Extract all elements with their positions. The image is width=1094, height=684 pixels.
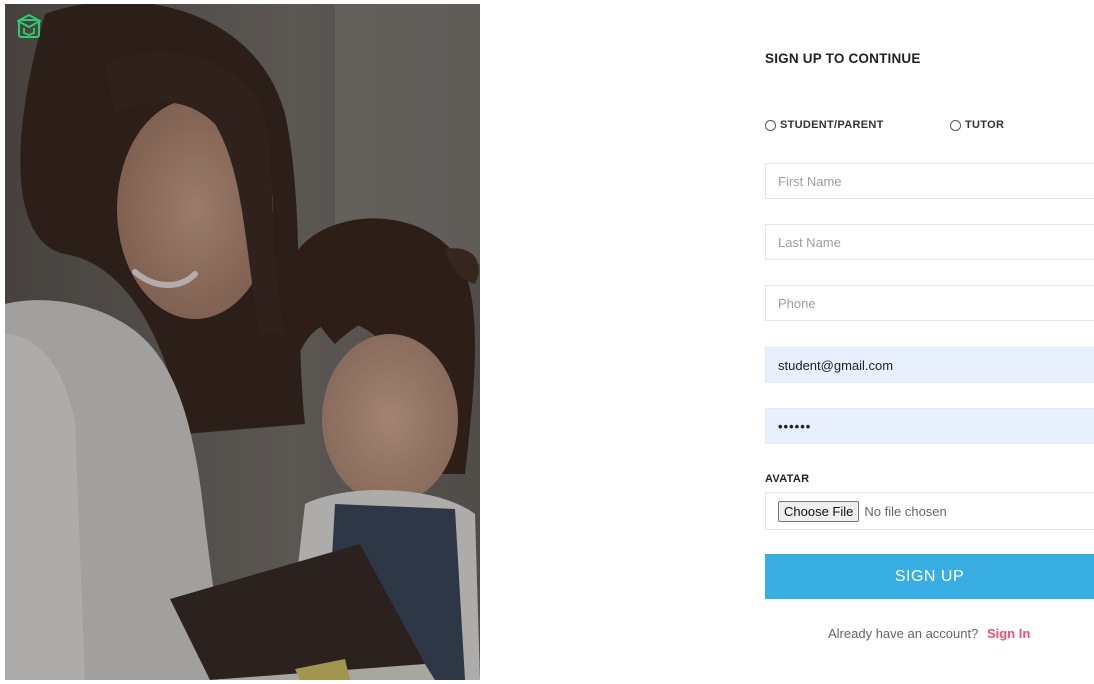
first-name-input[interactable]: First Name — [765, 163, 1094, 199]
phone-input[interactable]: Phone — [765, 285, 1094, 321]
signin-prompt: Already have an account? — [828, 626, 979, 641]
signin-prompt-row: Already have an account? Sign In — [828, 626, 1030, 641]
signup-form: SIGN UP TO CONTINUE STUDENT/PARENT TUTOR… — [765, 0, 1094, 684]
radio-button[interactable] — [765, 119, 776, 131]
role-tutor-radio[interactable]: TUTOR — [950, 119, 1004, 131]
signup-page: SIGN UP TO CONTINUE STUDENT/PARENT TUTOR… — [0, 0, 1094, 684]
radio-button[interactable] — [950, 119, 961, 131]
email-input[interactable]: student@gmail.com — [765, 347, 1094, 383]
graduation-cap-icon[interactable] — [15, 12, 43, 40]
avatar-file-input[interactable]: Choose File No file chosen — [765, 492, 1094, 530]
password-input[interactable]: •••••• — [765, 408, 1094, 444]
sign-up-button[interactable]: SIGN UP — [765, 554, 1094, 599]
form-title: SIGN UP TO CONTINUE — [765, 51, 921, 66]
hero-photo — [5, 4, 480, 680]
avatar-label: AVATAR — [765, 473, 810, 485]
role-label: STUDENT/PARENT — [780, 119, 884, 131]
last-name-input[interactable]: Last Name — [765, 224, 1094, 260]
choose-file-button[interactable]: Choose File — [778, 500, 860, 522]
mother-child-reading-image — [5, 4, 480, 680]
role-label: TUTOR — [965, 119, 1005, 131]
sign-in-link[interactable]: Sign In — [987, 626, 1030, 641]
file-status: No file chosen — [864, 503, 947, 519]
role-student-parent-radio[interactable]: STUDENT/PARENT — [765, 119, 884, 131]
